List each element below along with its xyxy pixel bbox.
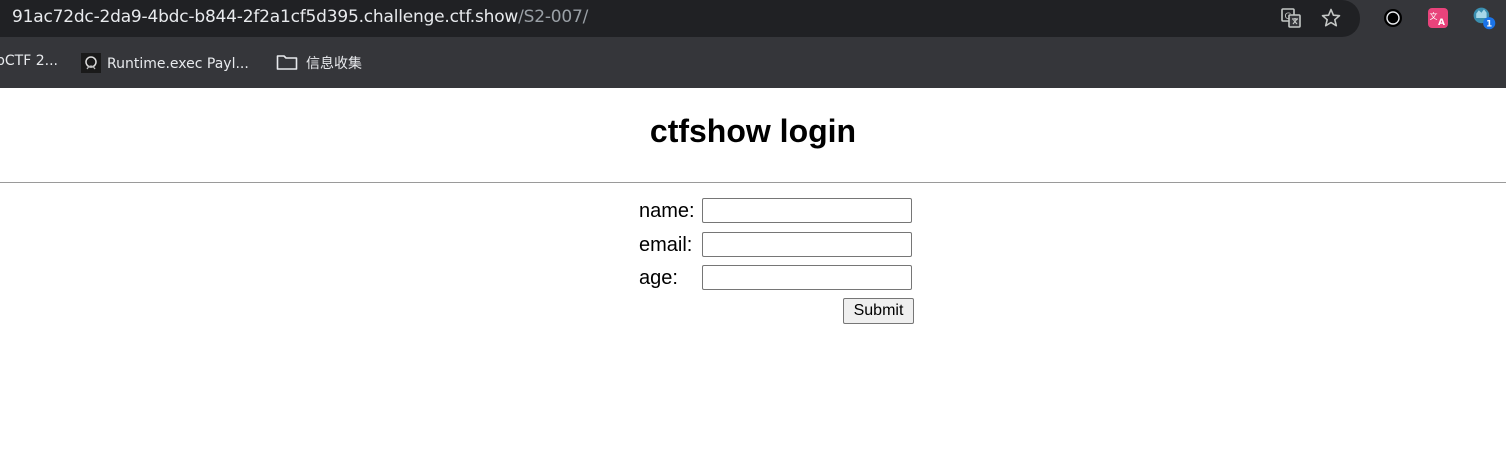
email-input[interactable]	[702, 232, 912, 257]
email-label: email:	[639, 234, 693, 256]
extension-badge-icon[interactable]: 1	[1471, 5, 1497, 31]
name-input[interactable]	[702, 198, 912, 223]
bookmark-label: 信息收集	[306, 56, 362, 72]
name-label: name:	[639, 200, 695, 222]
translate-icon[interactable]: G	[1278, 5, 1304, 31]
url-text[interactable]: 91ac72dc-2da9-4bdc-b844-2f2a1cf5d395.cha…	[12, 7, 588, 27]
submit-button[interactable]: Submit	[843, 298, 914, 324]
url-path: /S2-007/	[518, 7, 589, 27]
address-bar[interactable]: 91ac72dc-2da9-4bdc-b844-2f2a1cf5d395.cha…	[0, 0, 1360, 37]
bookmark-label: pCTF 2...	[0, 53, 58, 69]
bookmark-label: Runtime.exec Payl...	[107, 56, 249, 72]
bookmark-runtime-exec[interactable]: Runtime.exec Payl...	[81, 53, 249, 73]
age-input[interactable]	[702, 265, 912, 290]
url-host: 91ac72dc-2da9-4bdc-b844-2f2a1cf5d395.cha…	[12, 7, 519, 27]
extension-circle-icon[interactable]	[1380, 5, 1406, 31]
bookmark-folder-info-gathering[interactable]: 信息收集	[276, 53, 362, 73]
bookmark-pctf[interactable]: pCTF 2...	[0, 53, 58, 69]
browser-toolbar: 91ac72dc-2da9-4bdc-b844-2f2a1cf5d395.cha…	[0, 0, 1506, 37]
extension-translate-icon[interactable]: 文 A	[1425, 5, 1451, 31]
horizontal-rule	[0, 182, 1506, 183]
age-label: age:	[639, 267, 678, 289]
svg-text:A: A	[1438, 18, 1445, 28]
folder-icon	[276, 53, 298, 71]
bookmarks-bar: pCTF 2... Runtime.exec Payl... 信息收集	[0, 37, 1506, 88]
bookmark-favicon-icon	[81, 53, 101, 73]
extension-badge-count: 1	[1486, 20, 1492, 30]
page-title: ctfshow login	[649, 113, 857, 149]
star-icon[interactable]	[1318, 5, 1344, 31]
svg-text:文: 文	[1430, 11, 1438, 21]
